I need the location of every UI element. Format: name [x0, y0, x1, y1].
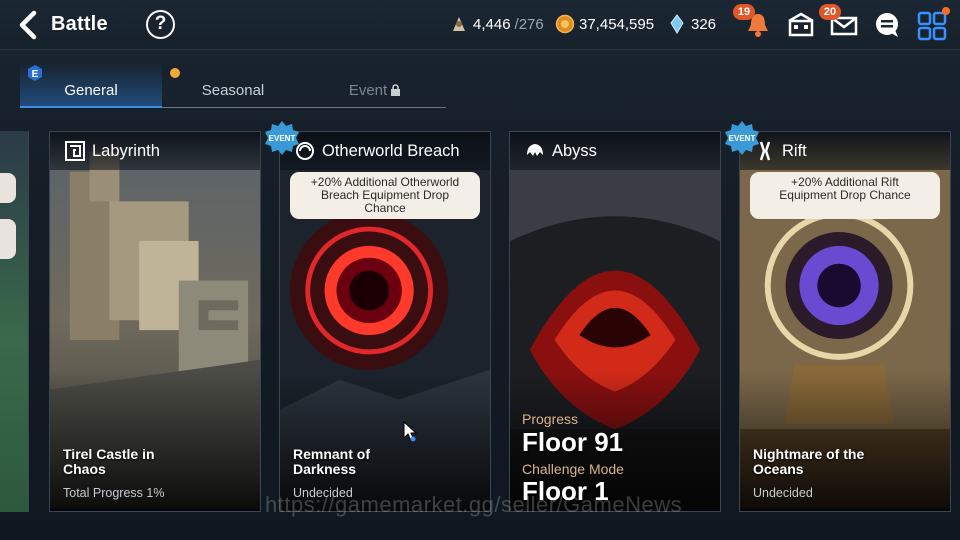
stamina-max: /276 [514, 15, 544, 33]
card-otherworld-breach[interactable]: Otherworld Breach +20% Additional Otherw… [279, 131, 491, 512]
card-header: Abyss [510, 132, 720, 170]
crystal-counter: 326 [667, 14, 716, 34]
watermark: https://gamemarket.gg/seller/GameNews [265, 492, 683, 517]
drop-bonus-notice: +20% Additional Rift Equipment Drop Chan… [750, 172, 940, 219]
back-arrow-icon[interactable] [14, 9, 44, 41]
stage-status: Undecided [753, 486, 813, 500]
event-badge-rift: EVENT [725, 121, 759, 155]
notifications-button[interactable]: 19 [733, 4, 774, 41]
mail-button[interactable]: 20 [819, 4, 860, 41]
tab-event[interactable]: Event [304, 62, 446, 108]
card-header: Otherworld Breach [280, 132, 490, 170]
card-header: Rift [740, 132, 950, 170]
stamina-value: 4,446 [473, 15, 511, 33]
card-rift[interactable]: Rift +20% Additional Rift Equipment Drop… [739, 131, 951, 512]
gold-value: 37,454,595 [579, 15, 655, 33]
stamina-counter: 4,446/276 [449, 14, 544, 34]
page-title: Battle [51, 13, 108, 35]
drop-bonus-notice: +20% Additional Otherworld Breach Equipm… [290, 172, 480, 219]
general-badge-icon: E [28, 65, 42, 81]
event-badge-label: EVENT [269, 134, 296, 143]
menu-alert-dot [942, 7, 950, 15]
gold-counter: 37,454,595 [555, 14, 654, 34]
stage-name: Nightmare of the Oceans [753, 446, 865, 477]
top-bar: Battle ? 4,446/276 37,454,595 326 19 20 [0, 0, 960, 50]
event-badge-breach: EVENT [265, 121, 299, 155]
card-abyss[interactable]: Abyss Progress Floor 91 Challenge Mode F… [509, 131, 721, 512]
help-button[interactable]: ? [146, 10, 175, 39]
mouse-cursor-icon [403, 421, 418, 442]
card-labyrinth[interactable]: Labyrinth Tirel Castle in Chaos Total Pr… [49, 131, 261, 512]
tab-seasonal-label: Seasonal [201, 82, 265, 99]
progress-floor: Floor 91 [522, 427, 624, 457]
chat-icon [876, 13, 898, 37]
chat-button[interactable] [871, 9, 903, 41]
notifications-badge: 19 [733, 4, 755, 20]
card-title: Abyss [552, 141, 597, 160]
lock-icon [391, 84, 401, 96]
labyrinth-icon [65, 141, 85, 161]
card-title: Rift [782, 141, 807, 160]
crystal-value: 326 [691, 15, 717, 33]
challenge-mode-label: Challenge Mode [522, 461, 624, 477]
gold-icon [555, 14, 575, 34]
previous-card-partial[interactable] [0, 131, 29, 512]
mail-badge: 20 [819, 4, 841, 20]
stage-status: Total Progress 1% [63, 486, 165, 500]
card-title: Labyrinth [92, 141, 160, 160]
general-badge-text: E [32, 69, 39, 80]
guild-button[interactable] [785, 9, 817, 41]
progress-label: Progress [522, 411, 579, 427]
stamina-icon [453, 17, 465, 31]
tab-seasonal[interactable]: Seasonal [162, 62, 304, 108]
guild-icon [788, 12, 814, 37]
battle-tabs: E General Seasonal Event [20, 62, 446, 108]
abyss-icon [527, 144, 543, 156]
tab-general-label: General [64, 82, 118, 99]
menu-button[interactable] [916, 7, 950, 41]
tab-event-label: Event [348, 82, 388, 99]
crystal-icon [670, 14, 684, 34]
card-header: Labyrinth [50, 132, 260, 170]
seasonal-icon [170, 68, 180, 78]
stage-name: Tirel Castle in Chaos [63, 446, 155, 477]
event-badge-label: EVENT [729, 134, 756, 143]
card-title: Otherworld Breach [322, 141, 460, 160]
tab-general[interactable]: E General [20, 62, 162, 108]
stage-name: Remnant of Darkness [293, 446, 370, 477]
